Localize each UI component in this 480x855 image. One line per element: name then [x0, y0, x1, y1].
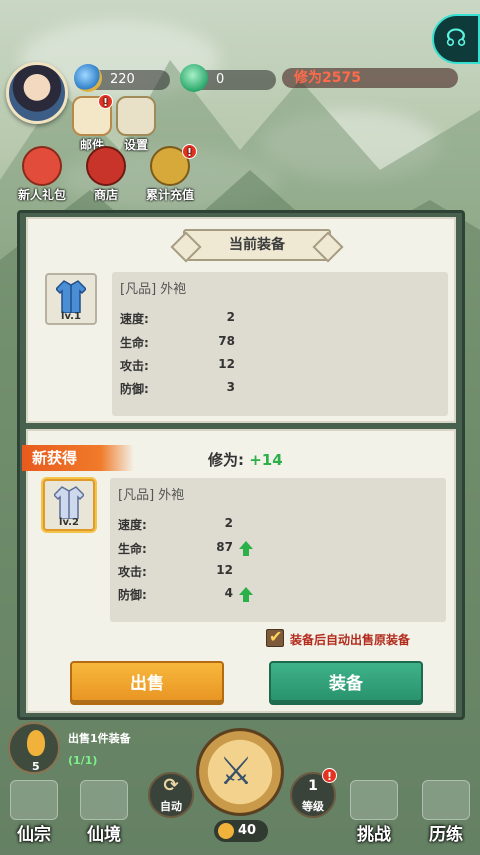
new-item-slot[interactable]: lv.2	[43, 479, 95, 531]
cultivation-level: 修为2575	[282, 68, 458, 88]
stat-increase-arrow-icon	[239, 587, 253, 602]
newbie-gift-label: 新人礼包	[17, 188, 66, 202]
current-item-name: [凡品] 外袍	[120, 282, 187, 297]
chat-icon[interactable]: ☊	[432, 14, 480, 64]
cultivation-gain-value: +14	[249, 451, 283, 469]
gourd-count: 5	[32, 760, 40, 773]
stat-row: 防御: 3	[120, 380, 270, 400]
stat-label: 生命:	[118, 542, 147, 556]
auto-button[interactable]: ⟳ 自动	[148, 772, 194, 818]
gourd-icon	[27, 730, 45, 756]
sell-info: 出售1件装备	[68, 732, 131, 745]
sell-count: (1/1)	[68, 754, 98, 767]
newbie-gift-button[interactable]: 新人礼包	[10, 146, 74, 203]
mail-button[interactable]: 邮件 !	[72, 94, 113, 153]
current-item-level: lv.1	[61, 311, 81, 322]
current-stats-box: [凡品] 外袍 速度: 2 生命: 78 攻击: 12 防御: 3	[112, 272, 448, 416]
recharge-button[interactable]: 累计充值 !	[136, 144, 204, 203]
jade-icon	[180, 64, 208, 92]
stat-label: 攻击:	[120, 359, 149, 373]
refresh-icon: ⟳	[163, 775, 179, 796]
sell-button[interactable]: 出售	[70, 661, 224, 705]
gear-icon	[116, 96, 156, 136]
stat-row: 生命: 78	[120, 334, 270, 354]
cultivation-gain-label: 修为:	[208, 451, 244, 469]
nav-realm-label: 仙境	[87, 825, 121, 845]
stat-row: 防御: 4	[118, 586, 268, 606]
battle-button[interactable]: ⚔	[196, 728, 284, 816]
spirit-stone-icon	[74, 64, 102, 92]
level-button[interactable]: 1 等级 !	[290, 768, 337, 818]
level-label: 等级	[302, 800, 324, 813]
shop-button[interactable]: 商店	[82, 146, 130, 203]
bottom-hud: 5 出售1件装备 (1/1) ⟳ 自动 ⚔ 40 1 等级 ! 仙宗 仙境 挑战…	[0, 720, 480, 855]
current-equipment-title: 当前装备	[183, 229, 331, 261]
stat-value: 78	[218, 334, 235, 348]
stat-row: 攻击: 12	[120, 357, 270, 377]
recharge-label: 累计充值	[145, 188, 194, 202]
stat-value: 12	[216, 563, 233, 577]
new-item-level: lv.2	[59, 517, 79, 528]
auto-sell-label: 装备后自动出售原装备	[290, 633, 411, 647]
robe-icon	[56, 280, 86, 313]
stat-value: 2	[226, 310, 235, 324]
stat-value: 3	[226, 380, 235, 394]
stat-value: 4	[224, 586, 233, 600]
challenge-icon	[350, 780, 398, 820]
new-equipment-card: 新获得 修为: +14 lv.2 [凡品] 外袍 速度: 2 生命: 87 攻击…	[22, 429, 456, 713]
equip-button[interactable]: 装备	[269, 661, 423, 705]
new-obtained-ribbon: 新获得	[22, 445, 134, 471]
nav-trial[interactable]: 历练	[414, 780, 478, 850]
shop-icon	[86, 146, 126, 186]
nav-challenge[interactable]: 挑战	[342, 780, 406, 850]
jade-value: 0	[216, 72, 225, 87]
stat-value: 87	[216, 540, 233, 554]
stat-label: 防御:	[120, 382, 149, 396]
current-equipment-card: 当前装备 lv.1 [凡品] 外袍 速度: 2 生命: 78 攻击: 12 防御…	[26, 217, 456, 423]
current-item-slot[interactable]: lv.1	[45, 273, 97, 325]
stat-value: 12	[218, 357, 235, 371]
stat-row: 速度: 2	[118, 516, 268, 536]
gift-icon	[22, 146, 62, 186]
gold-value: 40	[238, 823, 257, 838]
new-item-name: [凡品] 外袍	[118, 488, 185, 503]
nav-realm[interactable]: 仙境	[72, 780, 136, 850]
top-hud: 220 0 修为2575 邮件 ! 设置 新人礼包 商店 累计充值 ! ☊	[0, 0, 480, 210]
level-badge: !	[322, 768, 337, 783]
mail-badge: !	[98, 94, 113, 109]
stat-label: 防御:	[118, 588, 147, 602]
stat-label: 速度:	[118, 518, 147, 532]
stat-label: 攻击:	[118, 565, 147, 579]
gourd-slot[interactable]: 5	[8, 722, 60, 774]
shop-label: 商店	[93, 188, 118, 202]
settings-button[interactable]: 设置	[116, 96, 156, 153]
robe-icon	[54, 486, 84, 519]
stat-value: 2	[224, 516, 233, 530]
stat-row: 攻击: 12	[118, 563, 268, 583]
stat-row: 生命: 87	[118, 540, 268, 560]
stat-increase-arrow-icon	[239, 541, 253, 556]
nav-challenge-label: 挑战	[357, 825, 391, 845]
stat-row: 速度: 2	[120, 310, 270, 330]
recharge-badge: !	[182, 144, 197, 159]
stat-label: 生命:	[120, 336, 149, 350]
stat-label: 速度:	[120, 312, 149, 326]
nav-trial-label: 历练	[429, 825, 463, 845]
sect-icon	[10, 780, 58, 820]
spirit-stone-value: 220	[110, 72, 135, 87]
auto-label: 自动	[160, 800, 182, 813]
auto-sell-checkbox[interactable]	[266, 627, 284, 647]
crossed-swords-icon: ⚔	[219, 749, 254, 793]
trial-icon	[422, 780, 470, 820]
gold-counter: 40	[214, 820, 268, 842]
nav-sect[interactable]: 仙宗	[2, 780, 66, 850]
player-avatar[interactable]	[6, 62, 68, 124]
cultivation-gain: 修为: +14	[208, 449, 283, 470]
nav-sect-label: 仙宗	[17, 825, 51, 845]
mountain-icon	[80, 780, 128, 820]
equipment-panel: 当前装备 lv.1 [凡品] 外袍 速度: 2 生命: 78 攻击: 12 防御…	[17, 210, 465, 720]
new-stats-box: [凡品] 外袍 速度: 2 生命: 87 攻击: 12 防御: 4	[110, 478, 446, 622]
